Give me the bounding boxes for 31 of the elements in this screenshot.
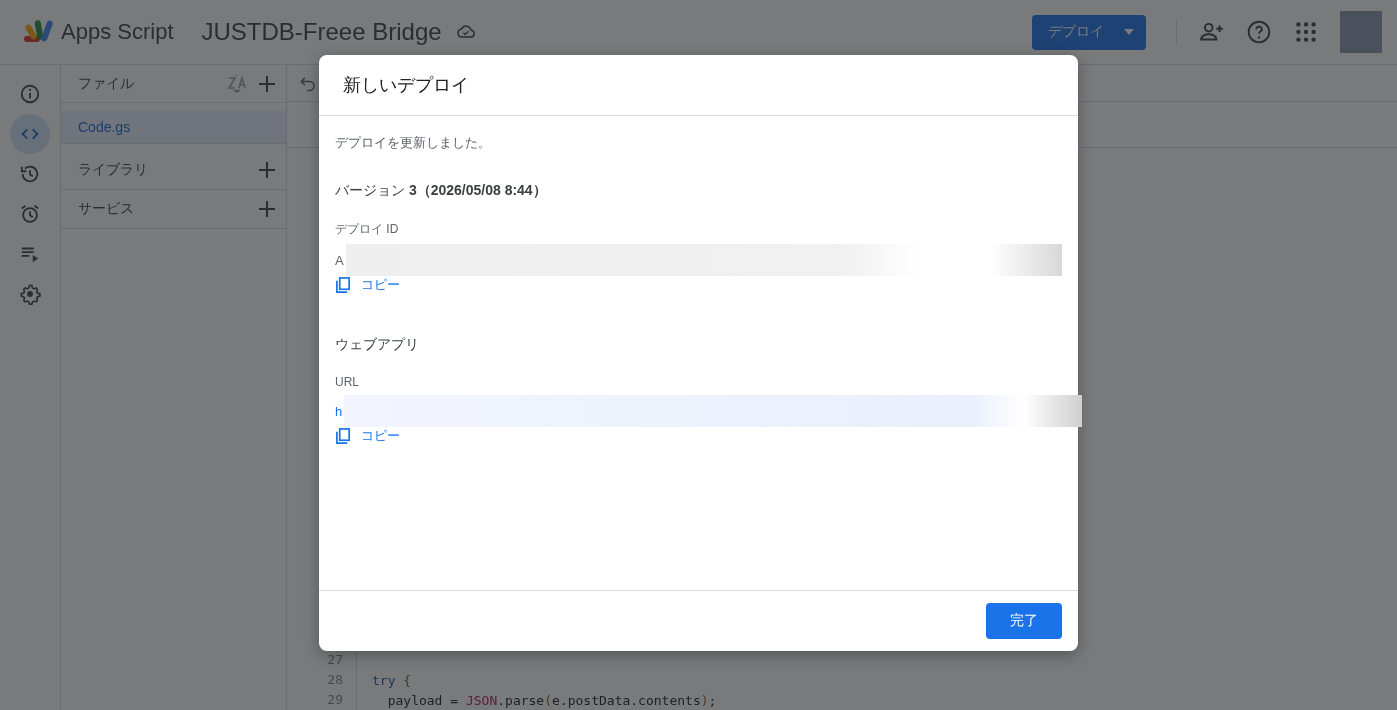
section-label: ライブラリ xyxy=(78,161,149,179)
field-label: デプロイ ID xyxy=(335,221,400,238)
add-file-icon[interactable] xyxy=(257,73,277,94)
copy-icon xyxy=(335,427,352,445)
copy-link[interactable]: コピー xyxy=(335,427,400,445)
deployment-id: A xyxy=(335,252,344,268)
help-icon[interactable] xyxy=(1246,19,1272,45)
deploy-button[interactable]: デプロイ xyxy=(1032,14,1146,50)
app-name: Apps Script xyxy=(61,19,174,45)
add-icon[interactable] xyxy=(257,199,277,219)
section-title: ウェブアプリ xyxy=(335,336,420,354)
code-line: payload = JSON.parse(e.postData.contents); xyxy=(386,692,717,708)
undo-icon[interactable] xyxy=(299,74,317,92)
project-title[interactable]: JUSTDB-Freee Bridge xyxy=(201,18,442,46)
file-item[interactable]: Code.gs xyxy=(61,111,286,144)
status-message: デプロイを更新しました。 xyxy=(335,134,492,152)
sort-az-icon[interactable] xyxy=(226,73,248,94)
apps-grid-icon[interactable] xyxy=(1293,19,1319,45)
code-brackets-icon[interactable] xyxy=(10,114,50,154)
copy-link[interactable]: コピー xyxy=(335,276,400,294)
dialog-title: 新しいデプロイ xyxy=(343,74,469,97)
version-text: バージョン 3（2026/05/08 8:44） xyxy=(335,182,548,200)
caret-icon xyxy=(1124,29,1134,35)
url-link[interactable]: h xyxy=(335,403,343,419)
copy-icon xyxy=(335,276,352,294)
section-label: サービス xyxy=(78,200,135,218)
field-label: URL xyxy=(335,375,360,389)
files-title: ファイル xyxy=(78,74,135,93)
done-button[interactable]: 完了 xyxy=(986,603,1062,639)
code-line: try { xyxy=(371,672,412,688)
add-icon[interactable] xyxy=(257,160,277,180)
